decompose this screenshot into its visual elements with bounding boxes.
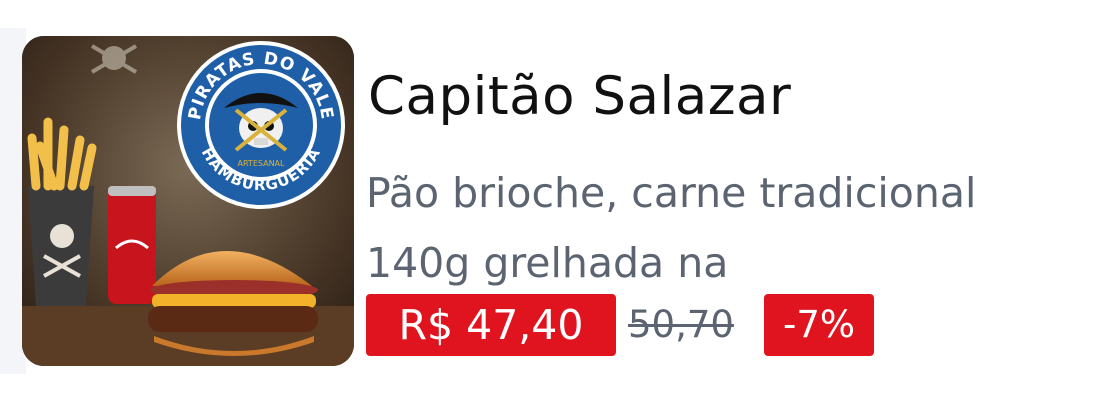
svg-text:ARTESANAL: ARTESANAL <box>237 159 285 168</box>
pirate-skull-logo: PIRATAS DO VALE HAMBURGUERIA ARTESANAL <box>177 41 345 209</box>
old-price: 50,70 <box>628 303 734 346</box>
product-title: Capitão Salazar <box>368 66 792 127</box>
product-image[interactable]: PIRATAS DO VALE HAMBURGUERIA ARTESANAL <box>22 36 354 366</box>
product-card[interactable]: PIRATAS DO VALE HAMBURGUERIA ARTESANAL C… <box>0 18 1100 374</box>
product-description: Pão brioche, carne tradicional 140g grel… <box>366 169 977 287</box>
discount-badge: -7% <box>764 294 874 356</box>
price-badge: R$ 47,40 <box>366 294 616 356</box>
